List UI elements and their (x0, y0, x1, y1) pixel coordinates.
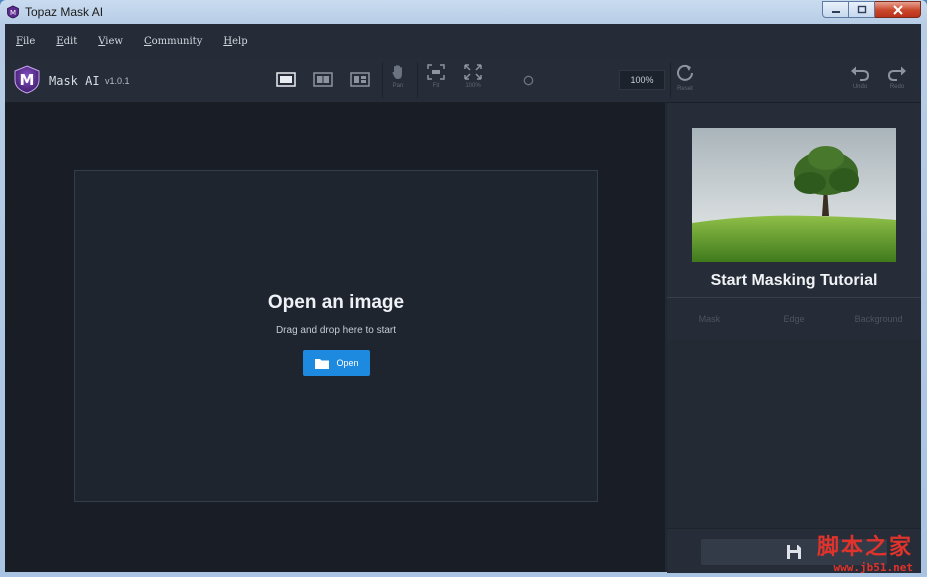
redo-icon (887, 66, 906, 81)
undo-button[interactable]: Undo (849, 65, 871, 90)
svg-text:M: M (20, 71, 35, 89)
watermark: 脚本之家 www.jb51.net (817, 529, 913, 574)
toolbar-divider (382, 62, 383, 98)
menu-edit[interactable]: Edit (56, 36, 77, 47)
undo-label: Undo (852, 84, 868, 90)
panel-tabs: Mask Edge Background (667, 297, 921, 340)
minimize-button[interactable] (822, 1, 849, 18)
close-icon (892, 4, 903, 15)
open-button[interactable]: Open (303, 350, 370, 376)
watermark-url: www.jb51.net (833, 561, 913, 574)
zoom-100-label: 100% (465, 83, 481, 89)
mask-ai-logo: M (14, 65, 40, 94)
split-view-icon[interactable] (313, 72, 333, 87)
pan-label: Pan (392, 83, 404, 89)
image-canvas[interactable]: Open an image Drag and drop here to star… (5, 103, 665, 572)
app-client: File Edit View Community Help M Mask AI … (5, 24, 921, 573)
menu-file[interactable]: File (16, 36, 35, 47)
menu-bar: File Edit View Community Help (5, 24, 921, 58)
open-button-label: Open (336, 358, 359, 368)
tab-edge[interactable]: Edge (752, 314, 837, 324)
side-by-side-view-icon[interactable] (350, 72, 370, 87)
tutorial-title[interactable]: Start Masking Tutorial (667, 272, 921, 290)
save-icon (787, 545, 801, 559)
menu-help[interactable]: Help (223, 36, 247, 47)
svg-text:M: M (10, 9, 16, 17)
maximize-icon (857, 5, 866, 13)
toolbar: M Mask AI v1.0.1 Pan Fit 100% 100% Reset… (5, 58, 921, 103)
app-name: Mask AI (49, 74, 100, 88)
title-bar[interactable]: M Topaz Mask AI (0, 0, 927, 24)
window-frame: M Topaz Mask AI File Edit View Community… (0, 0, 927, 577)
fit-label: Fit (432, 83, 440, 89)
redo-label: Redo (889, 84, 905, 90)
single-view-icon[interactable] (276, 72, 296, 87)
tab-mask[interactable]: Mask (667, 314, 752, 324)
undo-icon (851, 66, 870, 81)
panel-body (667, 340, 921, 528)
toolbar-divider (417, 62, 418, 98)
menu-view[interactable]: View (98, 36, 123, 47)
app-version: v1.0.1 (105, 76, 130, 86)
drag-drop-hint: Drag and drop here to start (275, 325, 397, 336)
menu-community[interactable]: Community (144, 36, 202, 47)
fit-button[interactable]: Fit (426, 64, 446, 89)
redo-button[interactable]: Redo (886, 65, 908, 90)
right-panel: Start Masking Tutorial Mask Edge Backgro… (667, 103, 921, 573)
reset-button[interactable]: Reset (674, 63, 696, 92)
drop-zone[interactable]: Open an image Drag and drop here to star… (74, 170, 598, 502)
pan-button[interactable]: Pan (389, 64, 407, 89)
toolbar-divider (670, 62, 671, 98)
minimize-icon (831, 10, 840, 13)
watermark-text: 脚本之家 (816, 534, 913, 560)
tutorial-thumbnail[interactable] (692, 128, 896, 262)
close-button[interactable] (875, 1, 921, 18)
zoom-field[interactable]: 100% (619, 70, 665, 90)
hand-icon (392, 65, 402, 79)
circle-icon[interactable] (523, 75, 534, 86)
fit-icon (427, 64, 445, 80)
reset-label: Reset (677, 86, 693, 92)
expand-icon (464, 64, 482, 80)
maximize-button[interactable] (849, 1, 875, 18)
reset-icon (677, 64, 693, 81)
open-image-title: Open an image (267, 292, 405, 313)
folder-icon (315, 358, 330, 369)
window-title: Topaz Mask AI (25, 5, 104, 19)
app-icon: M (7, 5, 19, 19)
zoom-100-button[interactable]: 100% (462, 64, 484, 89)
tab-background[interactable]: Background (836, 314, 921, 324)
